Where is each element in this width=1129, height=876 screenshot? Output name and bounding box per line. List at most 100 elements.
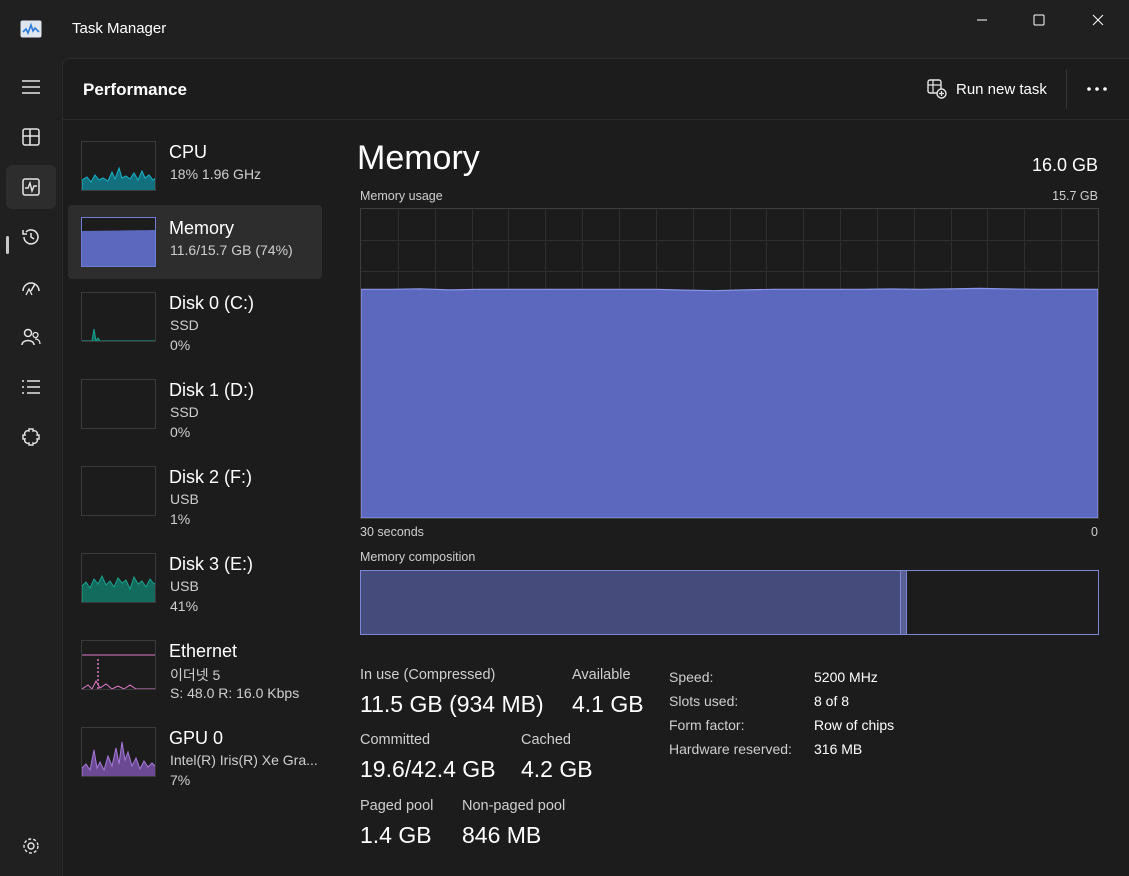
device-item-disk2[interactable]: Disk 2 (F:) USB 1% bbox=[68, 454, 322, 528]
run-new-task-button[interactable]: Run new task bbox=[927, 77, 1047, 101]
processes-icon bbox=[22, 128, 40, 146]
gpu0-thumbnail bbox=[81, 727, 156, 777]
navigation-rail bbox=[0, 58, 62, 876]
disk0-thumbnail bbox=[81, 292, 156, 342]
available-value: 4.1 GB bbox=[572, 691, 644, 717]
composition-in-use bbox=[361, 571, 901, 634]
memory-thumbnail bbox=[81, 217, 156, 267]
close-icon bbox=[1092, 14, 1104, 26]
header-divider bbox=[63, 119, 1129, 120]
usage-chart-max: 15.7 GB bbox=[1052, 189, 1098, 203]
nav-app-history[interactable] bbox=[6, 215, 56, 259]
device-name: CPU bbox=[169, 142, 208, 162]
ethernet-thumbnail bbox=[81, 640, 156, 690]
detail-title: Memory bbox=[357, 139, 480, 177]
time-axis-start: 30 seconds bbox=[360, 525, 424, 539]
device-name: GPU 0 bbox=[169, 728, 224, 748]
device-name: Ethernet bbox=[169, 641, 238, 661]
device-item-disk0[interactable]: Disk 0 (C:) SSD 0% bbox=[68, 280, 322, 354]
usage-chart-svg bbox=[360, 209, 1099, 519]
speed-value: 5200 MHz bbox=[814, 669, 878, 685]
memory-composition-bar bbox=[360, 570, 1099, 635]
device-item-memory[interactable]: Memory 11.6/15.7 GB (74%) bbox=[68, 205, 322, 279]
services-icon bbox=[22, 428, 40, 446]
gpu-model: Intel(R) Iris(R) Xe Gra... bbox=[170, 752, 318, 768]
task-manager-app-icon bbox=[20, 20, 42, 38]
device-name: Disk 2 (F:) bbox=[169, 467, 252, 487]
device-detail: 11.6/15.7 GB (74%) bbox=[170, 242, 293, 258]
committed-value: 19.6/42.4 GB bbox=[360, 756, 496, 782]
device-item-disk3[interactable]: Disk 3 (E:) USB 41% bbox=[68, 541, 322, 615]
composition-label: Memory composition bbox=[360, 550, 476, 564]
cached-label: Cached bbox=[521, 732, 571, 748]
device-name: Memory bbox=[169, 218, 235, 238]
device-type: USB bbox=[170, 491, 199, 507]
settings-icon bbox=[23, 838, 39, 854]
device-usage: 0% bbox=[170, 337, 191, 353]
disk1-thumbnail bbox=[81, 379, 156, 429]
device-usage: 0% bbox=[170, 424, 191, 440]
run-new-task-icon bbox=[927, 79, 947, 99]
details-icon bbox=[22, 380, 40, 394]
device-name: Disk 1 (D:) bbox=[169, 380, 254, 400]
nav-services[interactable] bbox=[6, 415, 56, 459]
app-history-icon bbox=[22, 229, 39, 245]
form-factor-label: Form factor: bbox=[669, 717, 745, 733]
cpu-thumbnail bbox=[81, 141, 156, 191]
slots-used-label: Slots used: bbox=[669, 693, 739, 709]
total-memory: 16.0 GB bbox=[1031, 155, 1098, 175]
startup-apps-icon bbox=[22, 282, 40, 296]
nonpaged-pool-value: 846 MB bbox=[462, 822, 542, 848]
adapter-name: 이더넷 5 bbox=[170, 667, 221, 683]
close-button[interactable] bbox=[1069, 0, 1127, 40]
nav-processes[interactable] bbox=[6, 115, 56, 159]
page-title: Performance bbox=[83, 80, 187, 99]
menu-icon bbox=[22, 80, 40, 94]
disk3-thumbnail bbox=[81, 553, 156, 603]
title-bar: Task Manager bbox=[0, 0, 1129, 58]
device-name: Disk 3 (E:) bbox=[169, 554, 254, 574]
more-options-button[interactable] bbox=[1066, 69, 1126, 109]
time-axis-end: 0 bbox=[1091, 525, 1098, 539]
device-item-disk1[interactable]: Disk 1 (D:) SSD 0% bbox=[68, 367, 322, 441]
composition-modified bbox=[901, 571, 907, 634]
in-use-value: 11.5 GB (934 MB) bbox=[360, 691, 544, 717]
minimize-button[interactable] bbox=[953, 0, 1011, 40]
device-item-gpu0[interactable]: GPU 0 Intel(R) Iris(R) Xe Gra... 7% bbox=[68, 715, 322, 789]
device-type: SSD bbox=[170, 317, 199, 333]
hardware-reserved-value: 316 MB bbox=[814, 741, 863, 757]
device-name: Disk 0 (C:) bbox=[169, 293, 254, 313]
run-new-task-label: Run new task bbox=[956, 80, 1047, 98]
cached-value: 4.2 GB bbox=[521, 756, 593, 782]
device-item-ethernet[interactable]: Ethernet 이더넷 5 S: 48.0 R: 16.0 Kbps bbox=[68, 628, 322, 702]
nav-users[interactable] bbox=[6, 315, 56, 359]
device-type: USB bbox=[170, 578, 199, 594]
nav-details[interactable] bbox=[6, 365, 56, 409]
device-detail: 18% 1.96 GHz bbox=[170, 166, 262, 182]
nav-performance[interactable] bbox=[6, 165, 56, 209]
maximize-button[interactable] bbox=[1010, 0, 1068, 40]
nonpaged-pool-label: Non-paged pool bbox=[462, 798, 566, 814]
performance-icon bbox=[22, 178, 40, 196]
slots-used-value: 8 of 8 bbox=[814, 693, 850, 709]
device-item-cpu[interactable]: CPU 18% 1.96 GHz bbox=[68, 129, 322, 203]
in-use-label: In use (Compressed) bbox=[360, 667, 496, 683]
content-panel: Performance Run new task CPU 18% 1.96 GH… bbox=[62, 58, 1129, 876]
available-label: Available bbox=[572, 667, 631, 683]
nav-startup-apps[interactable] bbox=[6, 265, 56, 309]
committed-label: Committed bbox=[360, 732, 431, 748]
paged-pool-value: 1.4 GB bbox=[360, 822, 432, 848]
device-usage: 7% bbox=[170, 772, 191, 788]
speed-label: Speed: bbox=[669, 669, 714, 685]
memory-usage-chart bbox=[360, 208, 1099, 519]
nav-settings[interactable] bbox=[6, 824, 56, 868]
device-usage: 41% bbox=[170, 598, 199, 614]
menu-button[interactable] bbox=[6, 65, 56, 109]
app-title: Task Manager bbox=[72, 20, 167, 37]
device-usage: 1% bbox=[170, 511, 191, 527]
usage-chart-label: Memory usage bbox=[360, 189, 443, 203]
hardware-reserved-label: Hardware reserved: bbox=[669, 741, 792, 757]
minimize-icon bbox=[977, 19, 987, 21]
device-type: SSD bbox=[170, 404, 199, 420]
users-icon bbox=[21, 328, 41, 346]
